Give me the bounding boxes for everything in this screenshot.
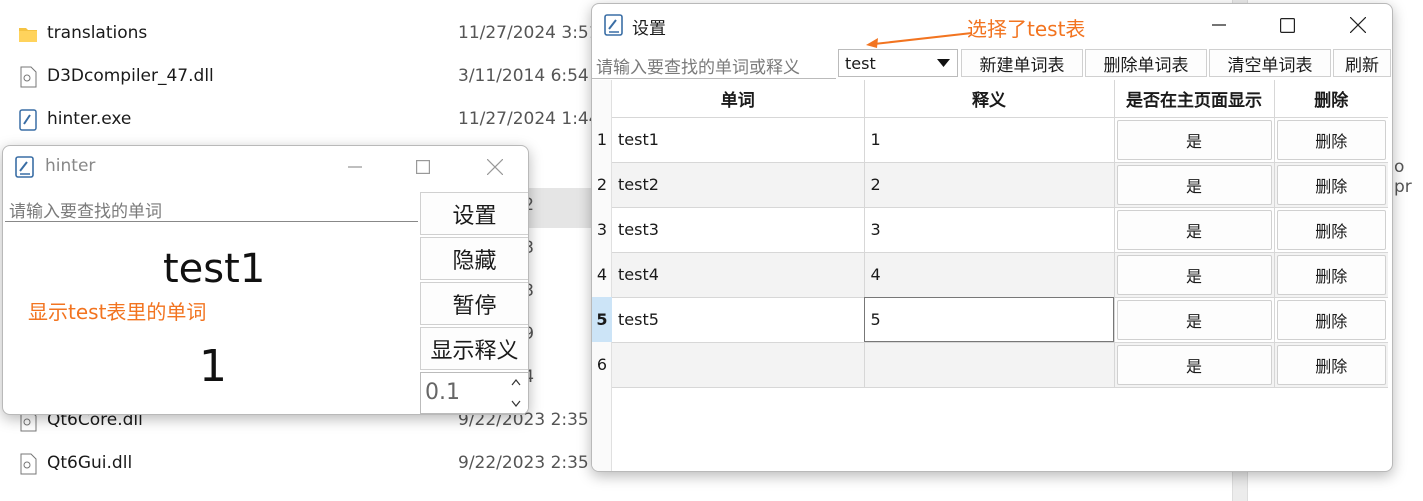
table-row: test3 3 是删除: [612, 207, 1388, 253]
delete-row-button[interactable]: 删除: [1276, 344, 1386, 385]
close-icon: [1350, 17, 1366, 33]
word-cell[interactable]: test4: [612, 252, 865, 298]
delete-row-button[interactable]: 删除: [1276, 254, 1386, 295]
meaning-cell[interactable]: 1: [864, 117, 1115, 163]
close-icon: [487, 159, 503, 175]
current-meaning: 1: [199, 341, 227, 392]
annotation-arrow: [866, 32, 973, 48]
minimize-icon: [1212, 24, 1226, 26]
refresh-button[interactable]: 刷新: [1333, 49, 1391, 77]
spin-up-icon[interactable]: [511, 378, 521, 386]
file-row[interactable]: Qt6Gui.dll 9/22/2023 2:35 P: [16, 443, 616, 483]
file-name: hinter.exe: [47, 109, 132, 129]
pause-button[interactable]: 暂停: [420, 282, 528, 325]
delete-row-button[interactable]: 删除: [1276, 209, 1386, 250]
clear-table-button[interactable]: 清空单词表: [1209, 49, 1331, 77]
show-meaning-button[interactable]: 显示释义: [420, 327, 528, 370]
file-date: 9/22/2023 2:35 P: [458, 453, 605, 473]
delete-table-button[interactable]: 删除单词表: [1085, 49, 1207, 77]
new-table-button[interactable]: 新建单词表: [961, 49, 1083, 77]
meaning-cell[interactable]: 3: [864, 207, 1115, 253]
settings-minimize-button[interactable]: [1184, 4, 1254, 46]
file-name: Qt6Gui.dll: [47, 453, 133, 473]
file-date: 11/27/2024 1:44: [458, 109, 600, 129]
word-cell[interactable]: test5: [612, 297, 865, 343]
table-select-value: test: [845, 54, 876, 73]
word-cell[interactable]: test3: [612, 207, 865, 253]
row-number[interactable]: 5: [592, 297, 612, 342]
row-number[interactable]: 2: [592, 162, 612, 207]
dll-file-icon: [20, 453, 37, 475]
delete-row-button[interactable]: 删除: [1276, 299, 1386, 340]
file-date: 3/11/2014 6:54 P: [458, 66, 605, 86]
delete-row-button[interactable]: 删除: [1276, 164, 1386, 205]
file-name: translations: [47, 23, 148, 43]
word-cell[interactable]: [612, 342, 865, 388]
settings-window: 设置 选择了test表 请输入要查找的单词或释义 test 新建单词表 删除单词…: [591, 3, 1393, 472]
table-row: test2 2 是删除: [612, 162, 1388, 208]
hinter-window: hinter 请输入要查找的单词 test1 显示test表里的单词 1 设置 …: [2, 145, 529, 415]
file-row[interactable]: hinter.exe 11/27/2024 1:44: [16, 99, 616, 139]
spin-down-icon[interactable]: [511, 400, 521, 408]
minimize-icon: [348, 166, 362, 168]
file-date: 11/27/2024 3:51: [458, 23, 600, 43]
word-cell[interactable]: test1: [612, 117, 865, 163]
settings-app-icon: [604, 14, 623, 36]
maximize-button[interactable]: [388, 146, 458, 188]
meaning-cell[interactable]: 5: [864, 297, 1115, 343]
show-toggle-button[interactable]: 是: [1116, 164, 1272, 205]
current-word: test1: [163, 246, 266, 292]
table-row: 是删除: [612, 342, 1388, 388]
column-header-show[interactable]: 是否在主页面显示: [1114, 80, 1275, 118]
column-header-word[interactable]: 单词: [612, 80, 865, 118]
row-number[interactable]: 3: [592, 207, 612, 252]
close-button[interactable]: [460, 146, 528, 188]
file-row[interactable]: translations 11/27/2024 3:51: [16, 13, 616, 53]
maximize-icon: [1279, 17, 1295, 33]
file-name: D3Dcompiler_47.dll: [47, 66, 214, 86]
interval-spinbox[interactable]: 0.1: [420, 372, 528, 414]
show-toggle-button[interactable]: 是: [1116, 299, 1272, 340]
hinter-annotation: 显示test表里的单词: [28, 300, 207, 324]
table-row: test5 5 是删除: [612, 297, 1388, 343]
show-toggle-button[interactable]: 是: [1116, 254, 1272, 295]
file-row[interactable]: D3Dcompiler_47.dll 3/11/2014 6:54 P: [16, 56, 616, 96]
row-number[interactable]: 1: [592, 117, 612, 162]
settings-search-input[interactable]: 请输入要查找的单词或释义: [592, 49, 836, 79]
exe-file-icon: [19, 109, 37, 131]
word-cell[interactable]: test2: [612, 162, 865, 208]
settings-button[interactable]: 设置: [420, 192, 528, 235]
hide-button[interactable]: 隐藏: [420, 237, 528, 280]
chevron-down-icon: [937, 59, 950, 67]
settings-title: 设置: [632, 19, 666, 39]
hinter-search-input[interactable]: 请输入要查找的单词: [5, 192, 418, 222]
meaning-cell[interactable]: 4: [864, 252, 1115, 298]
row-number[interactable]: 6: [592, 342, 612, 387]
dll-file-icon: [20, 66, 37, 88]
column-header-meaning[interactable]: 释义: [864, 80, 1115, 118]
hinter-title: hinter: [45, 156, 96, 176]
table-select[interactable]: test: [838, 49, 958, 77]
maximize-icon: [416, 160, 430, 174]
truncated-text: o pr: [1394, 157, 1412, 197]
settings-close-button[interactable]: [1323, 4, 1392, 46]
settings-annotation: 选择了test表: [967, 17, 1086, 41]
table-row: test1 1 是删除: [612, 117, 1388, 163]
show-toggle-button[interactable]: 是: [1116, 209, 1272, 250]
meaning-cell[interactable]: [864, 342, 1115, 388]
hinter-app-icon: [15, 156, 34, 178]
delete-row-button[interactable]: 删除: [1276, 119, 1386, 160]
settings-maximize-button[interactable]: [1252, 4, 1322, 46]
folder-icon: [19, 28, 37, 42]
interval-value: 0.1: [425, 380, 460, 405]
table-row: test4 4 是删除: [612, 252, 1388, 298]
row-number[interactable]: 4: [592, 252, 612, 297]
show-toggle-button[interactable]: 是: [1116, 344, 1272, 385]
hinter-titlebar[interactable]: hinter: [3, 146, 528, 188]
show-toggle-button[interactable]: 是: [1116, 119, 1272, 160]
column-header-delete[interactable]: 删除: [1274, 80, 1388, 118]
minimize-button[interactable]: [320, 146, 390, 188]
word-table: 单词 释义 是否在主页面显示 删除 test1 1 是删除 test2 2 是删除 test…: [612, 80, 1388, 388]
meaning-cell[interactable]: 2: [864, 162, 1115, 208]
